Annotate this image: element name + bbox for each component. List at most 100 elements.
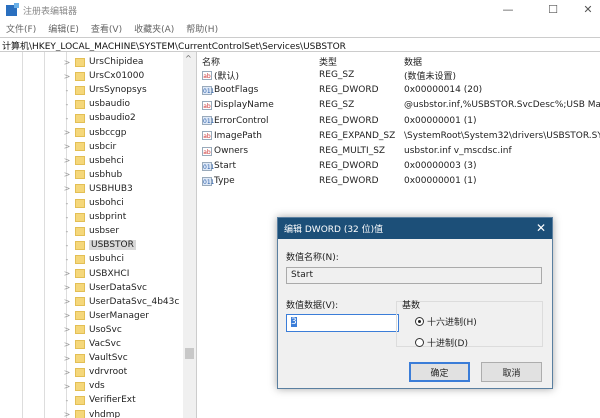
cancel-button[interactable]: 取消 xyxy=(481,362,542,382)
value-row[interactable]: 011 Type REG_DWORD 0x00000001 (1) xyxy=(202,174,476,188)
tree-item[interactable]: > USBXHCI xyxy=(62,267,130,281)
menu-edit[interactable]: 编辑(E) xyxy=(48,22,79,35)
expand-chevron-icon[interactable]: > xyxy=(62,410,72,418)
radio-hex-circle[interactable] xyxy=(415,317,424,326)
radio-decimal-circle[interactable] xyxy=(415,338,424,347)
tree-item[interactable]: > usbcir xyxy=(62,140,117,154)
value-data: 0x00000014 (20) xyxy=(404,85,483,96)
expand-chevron-icon[interactable]: > xyxy=(62,128,72,137)
minimize-button[interactable]: — xyxy=(498,3,518,16)
maximize-button[interactable]: ☐ xyxy=(543,3,563,16)
value-row[interactable]: 011 Start REG_DWORD 0x00000003 (3) xyxy=(202,159,476,173)
tree-item[interactable]: - USBSTOR xyxy=(62,238,136,252)
tree-item-label: USBSTOR xyxy=(89,240,136,251)
tree-item[interactable]: > UserManager xyxy=(62,309,149,323)
tree-item[interactable]: - usbaudio xyxy=(62,97,131,111)
expand-chevron-icon[interactable]: > xyxy=(62,156,72,165)
value-row[interactable]: ab DisplayName REG_SZ @usbstor.inf,%USBSTOR… xyxy=(202,98,600,112)
tree-item-label: UserManager xyxy=(89,310,149,321)
tree-item-label: usbohci xyxy=(89,198,124,208)
tree-item[interactable]: - VerifierExt xyxy=(62,393,136,407)
expand-chevron-icon[interactable]: > xyxy=(62,170,72,179)
folder-icon xyxy=(75,57,85,67)
expand-chevron-icon[interactable]: > xyxy=(62,368,72,377)
expand-chevron-icon[interactable]: > xyxy=(62,142,72,151)
tree-item[interactable]: > UsoSvc xyxy=(62,323,122,337)
tree-item[interactable]: > UrsCx01000 xyxy=(62,69,145,83)
value-name: (默认) xyxy=(214,71,240,82)
value-data: usbstor.inf v_mscdsc.inf xyxy=(404,146,512,156)
expand-chevron-icon[interactable]: > xyxy=(62,354,72,363)
menu-view[interactable]: 查看(V) xyxy=(91,22,122,35)
tree-item[interactable]: > UserDataSvc xyxy=(62,281,147,295)
expand-chevron-icon[interactable]: > xyxy=(62,269,72,278)
column-data[interactable]: 数据 xyxy=(404,55,422,68)
tree-item[interactable]: > VacSvc xyxy=(62,337,121,351)
tree-item-label: UrsSynopsys xyxy=(89,85,147,96)
expand-chevron-icon[interactable]: > xyxy=(62,297,72,306)
tree-line-icon: - xyxy=(65,85,69,95)
value-row[interactable]: ab ImagePath REG_EXPAND_SZ \SystemRoot\Syst… xyxy=(202,129,600,143)
dialog-close-button[interactable]: ✕ xyxy=(536,221,546,235)
folder-icon xyxy=(75,128,85,137)
tree-item[interactable]: > usbhub xyxy=(62,168,123,182)
tree-line-icon: - xyxy=(65,240,69,250)
value-data-input[interactable]: 3 xyxy=(286,314,399,332)
scrollbar-thumb[interactable] xyxy=(185,348,194,359)
menu-file[interactable]: 文件(F) xyxy=(6,22,36,35)
tree-item[interactable]: - usbser xyxy=(62,224,120,238)
binary-value-icon: 011 xyxy=(202,176,215,186)
tree-item-label: VaultSvc xyxy=(89,353,128,364)
tree-item[interactable]: > usbccgp xyxy=(62,126,127,140)
tree-scrollbar[interactable]: ^ xyxy=(183,52,196,418)
value-row[interactable]: 011 ErrorControl REG_DWORD 0x00000001 (1) xyxy=(202,114,476,128)
tree-item-label: usbcir xyxy=(89,141,117,152)
folder-icon xyxy=(75,410,85,418)
radio-hex[interactable]: 十六进制(H) xyxy=(415,315,477,328)
expand-chevron-icon[interactable]: > xyxy=(62,325,72,334)
value-row[interactable]: 011 BootFlags REG_DWORD 0x00000014 (20) xyxy=(202,83,482,97)
value-data: 0x00000001 (1) xyxy=(404,115,477,126)
column-name[interactable]: 名称 xyxy=(202,55,319,68)
menu-favorites[interactable]: 收藏夹(A) xyxy=(134,22,174,35)
expand-chevron-icon[interactable]: > xyxy=(62,382,72,391)
tree-item-label: UserDataSvc xyxy=(89,282,147,293)
title-bar: 注册表编辑器 — ☐ ✕ xyxy=(0,0,600,20)
tree-item[interactable]: - usbohci xyxy=(62,196,124,210)
tree-line-icon: - xyxy=(65,226,69,236)
tree-item[interactable]: > vdrvroot xyxy=(62,365,127,379)
expand-chevron-icon[interactable]: > xyxy=(62,72,72,81)
tree-item[interactable]: - usbprint xyxy=(62,210,127,224)
tree-item[interactable]: - UrsSynopsys xyxy=(62,83,147,97)
address-bar[interactable]: 计算机\HKEY_LOCAL_MACHINE\SYSTEM\CurrentCon… xyxy=(0,37,600,52)
value-name: DisplayName xyxy=(214,100,274,111)
tree-item[interactable]: > USBHUB3 xyxy=(62,182,133,196)
tree-item[interactable]: > vds xyxy=(62,379,105,393)
expand-chevron-icon[interactable]: > xyxy=(62,311,72,320)
string-value-icon: ab xyxy=(202,70,212,80)
close-button[interactable]: ✕ xyxy=(578,3,598,16)
tree-item[interactable]: > UrsChipidea xyxy=(62,55,144,69)
value-row[interactable]: ab Owners REG_MULTI_SZ usbstor.inf v_mscdsc… xyxy=(202,144,512,158)
folder-icon xyxy=(75,353,85,363)
tree-item[interactable]: - usbuhci xyxy=(62,252,124,266)
tree-item-label: UsoSvc xyxy=(89,324,122,335)
base-label: 基数 xyxy=(402,301,421,311)
expand-chevron-icon[interactable]: > xyxy=(62,340,72,349)
scroll-up-icon[interactable]: ^ xyxy=(185,54,192,63)
column-type[interactable]: 类型 xyxy=(319,55,404,68)
value-row[interactable]: ab (默认) REG_SZ (数值未设置) xyxy=(202,68,456,82)
radio-decimal[interactable]: 十进制(D) xyxy=(415,336,468,349)
tree-item[interactable]: > VaultSvc xyxy=(62,351,128,365)
expand-chevron-icon[interactable]: > xyxy=(62,58,72,67)
tree-item[interactable]: > UserDataSvc_4b43c xyxy=(62,295,180,309)
folder-icon xyxy=(75,99,85,109)
expand-chevron-icon[interactable]: > xyxy=(62,283,72,292)
menu-help[interactable]: 帮助(H) xyxy=(186,22,218,35)
ok-button[interactable]: 确定 xyxy=(409,362,470,382)
folder-icon xyxy=(75,297,85,307)
tree-item[interactable]: - usbaudio2 xyxy=(62,111,136,125)
tree-item[interactable]: > vhdmp xyxy=(62,408,120,418)
expand-chevron-icon[interactable]: > xyxy=(62,184,72,193)
tree-item[interactable]: > usbehci xyxy=(62,154,124,168)
